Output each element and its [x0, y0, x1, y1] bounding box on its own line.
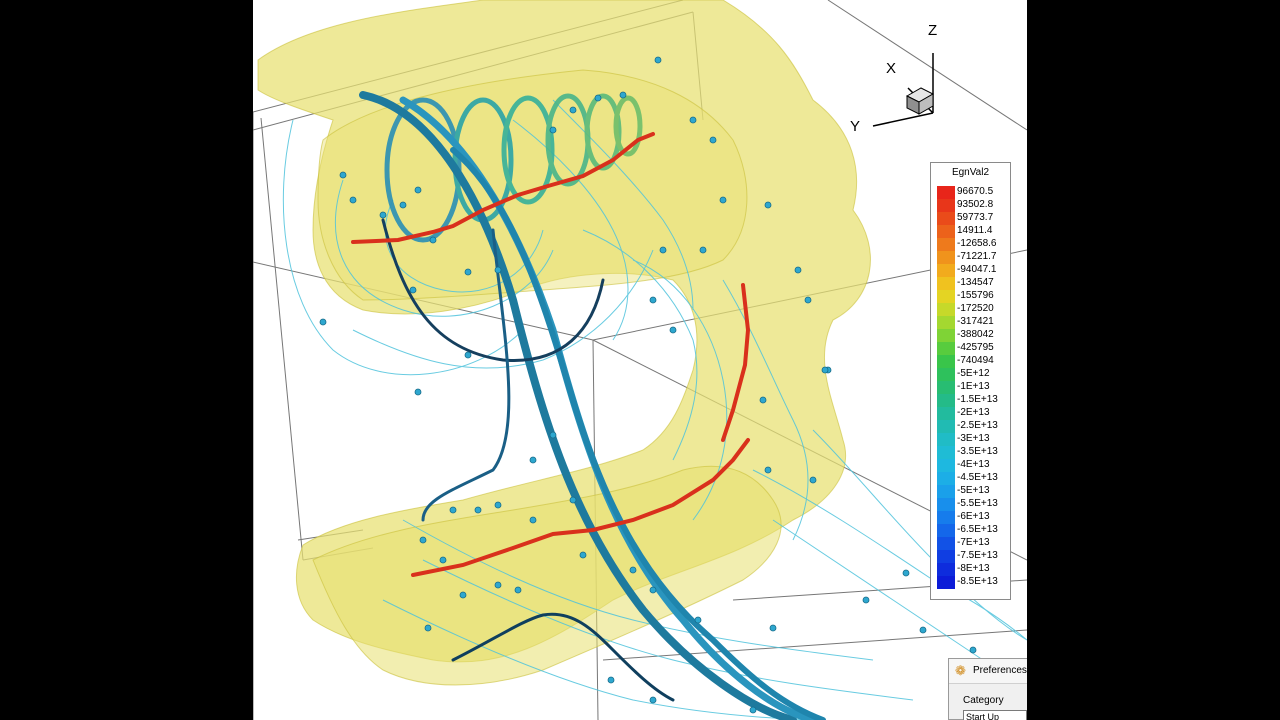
- legend-swatch: [937, 381, 955, 394]
- legend-label: 14911.4: [957, 225, 993, 236]
- legend-label: -8E+13: [957, 563, 990, 574]
- legend-label: -1.5E+13: [957, 394, 998, 405]
- legend-swatch: [937, 212, 955, 225]
- legend-swatch: [937, 459, 955, 472]
- preferences-title: Preferences: [973, 665, 1027, 676]
- legend-swatch: [937, 368, 955, 381]
- legend-swatch: [937, 186, 955, 199]
- legend-label: -3.5E+13: [957, 446, 998, 457]
- legend-swatch: [937, 550, 955, 563]
- legend-label: -12658.6: [957, 238, 997, 249]
- legend-label: -7.5E+13: [957, 550, 998, 561]
- legend-swatch: [937, 290, 955, 303]
- legend-swatch: [937, 563, 955, 576]
- legend-label: -425795: [957, 342, 994, 353]
- preferences-dialog[interactable]: ❁ Preferences Category Start Up: [948, 658, 1027, 720]
- legend-swatch: [937, 342, 955, 355]
- legend-label: -1E+13: [957, 381, 990, 392]
- legend-swatch: [937, 329, 955, 342]
- legend-swatch: [937, 277, 955, 290]
- legend-swatch: [937, 225, 955, 238]
- legend-label: -740494: [957, 355, 994, 366]
- legend-swatch: [937, 316, 955, 329]
- legend-swatch: [937, 433, 955, 446]
- legend-title: EgnVal2: [951, 167, 990, 178]
- legend-label: -5E+12: [957, 368, 990, 379]
- legend-swatch: [937, 498, 955, 511]
- preferences-titlebar[interactable]: ❁ Preferences: [949, 659, 1027, 684]
- axis-x-label: X: [886, 60, 897, 77]
- category-select[interactable]: Start Up: [963, 710, 1027, 720]
- legend-swatch: [937, 446, 955, 459]
- legend-label: 96670.5: [957, 186, 994, 197]
- legend-label: -8.5E+13: [957, 576, 998, 587]
- legend-label: -7E+13: [957, 537, 990, 548]
- legend-label: -134547: [957, 277, 994, 288]
- legend-label: -4.5E+13: [957, 472, 998, 483]
- legend-swatch: [937, 485, 955, 498]
- legend-swatch: [937, 264, 955, 277]
- legend-swatch: [937, 420, 955, 433]
- legend-swatch: [937, 407, 955, 420]
- legend-label: -172520: [957, 303, 994, 314]
- legend-swatch: [937, 511, 955, 524]
- legend-label: 59773.7: [957, 212, 994, 223]
- axis-y-label: Y: [850, 118, 861, 135]
- legend-label: -3E+13: [957, 433, 990, 444]
- legend-label: -6E+13: [957, 511, 990, 522]
- legend-label: -5E+13: [957, 485, 990, 496]
- legend-swatch: [937, 576, 955, 589]
- legend-swatch: [937, 303, 955, 316]
- legend-label: -317421: [957, 316, 994, 327]
- legend-swatch: [937, 355, 955, 368]
- legend-label: 93502.8: [957, 199, 994, 210]
- legend-label: -2.5E+13: [957, 420, 998, 431]
- plot-viewport[interactable]: Z X Y EgnVal2 96670.5 93502.8 59773.7 14911…: [253, 0, 1027, 720]
- legend-label: -155796: [957, 290, 994, 301]
- legend-label: -2E+13: [957, 407, 990, 418]
- legend-swatch: [937, 251, 955, 264]
- legend-swatch: [937, 394, 955, 407]
- legend-label: -388042: [957, 329, 994, 340]
- legend-swatch: [937, 199, 955, 212]
- legend-label: -94047.1: [957, 264, 997, 275]
- legend-label: -6.5E+13: [957, 524, 998, 535]
- legend-label: -71221.7: [957, 251, 997, 262]
- isosurface: [257, 0, 871, 686]
- gear-flower-icon: ❁: [955, 663, 966, 678]
- axis-z-label: Z: [928, 22, 938, 39]
- legend-swatch: [937, 537, 955, 550]
- legend-label: -4E+13: [957, 459, 990, 470]
- color-legend[interactable]: EgnVal2 96670.5 93502.8 59773.7 14911.4 -126…: [930, 162, 1011, 600]
- legend-swatch: [937, 472, 955, 485]
- legend-swatch: [937, 524, 955, 537]
- axes-triad: Z X Y: [843, 18, 953, 138]
- legend-swatch: [937, 238, 955, 251]
- category-label: Category: [963, 695, 1004, 706]
- legend-label: -5.5E+13: [957, 498, 998, 509]
